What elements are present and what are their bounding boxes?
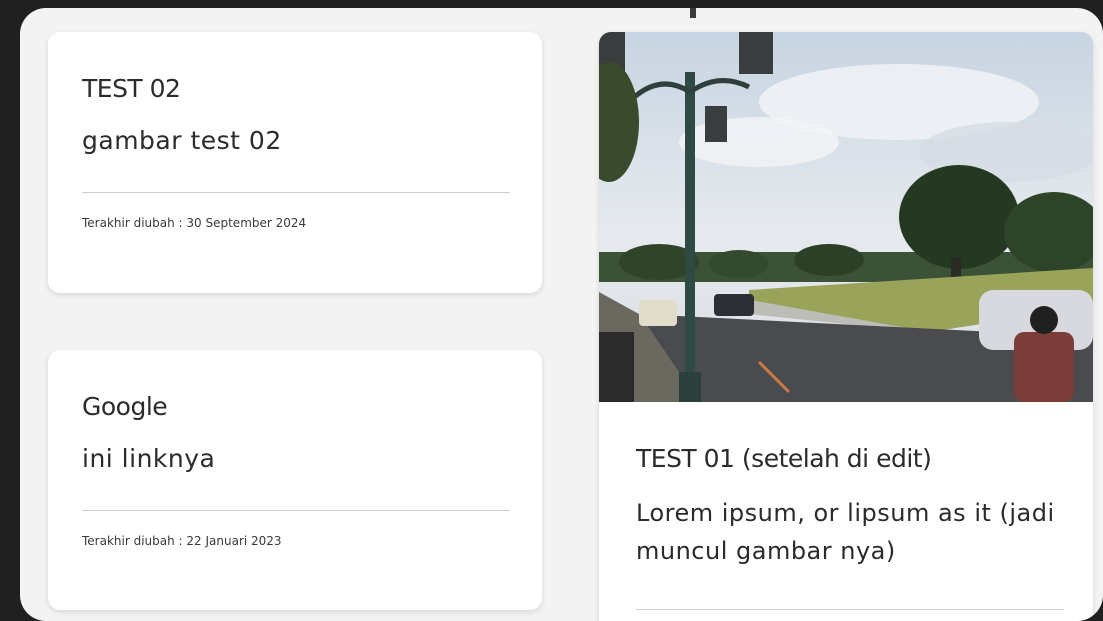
note-card[interactable]: TEST 02 gambar test 02 Terakhir diubah :…: [48, 32, 542, 293]
window-divider: [690, 8, 696, 18]
note-title: Google: [82, 392, 168, 421]
note-divider: [82, 510, 510, 511]
note-title: TEST 02: [82, 74, 181, 103]
note-card[interactable]: Google ini linknya Terakhir diubah : 22 …: [48, 350, 542, 610]
note-body: gambar test 02: [82, 126, 282, 155]
notes-frame: TEST 02 gambar test 02 Terakhir diubah :…: [20, 8, 1103, 621]
note-title: TEST 01 (setelah di edit): [636, 444, 932, 473]
note-body: ini linknya: [82, 444, 216, 473]
note-card-with-image[interactable]: TEST 01 (setelah di edit) Lorem ipsum, o…: [599, 32, 1093, 621]
note-modified-date: Terakhir diubah : 22 Januari 2023: [82, 534, 282, 548]
note-body: Lorem ipsum, or lipsum as it (jadi muncu…: [636, 499, 1055, 565]
note-divider: [82, 192, 510, 193]
note-divider: [636, 609, 1064, 610]
note-modified-date: Terakhir diubah : 30 September 2024: [82, 216, 307, 230]
note-image: [599, 32, 1093, 402]
